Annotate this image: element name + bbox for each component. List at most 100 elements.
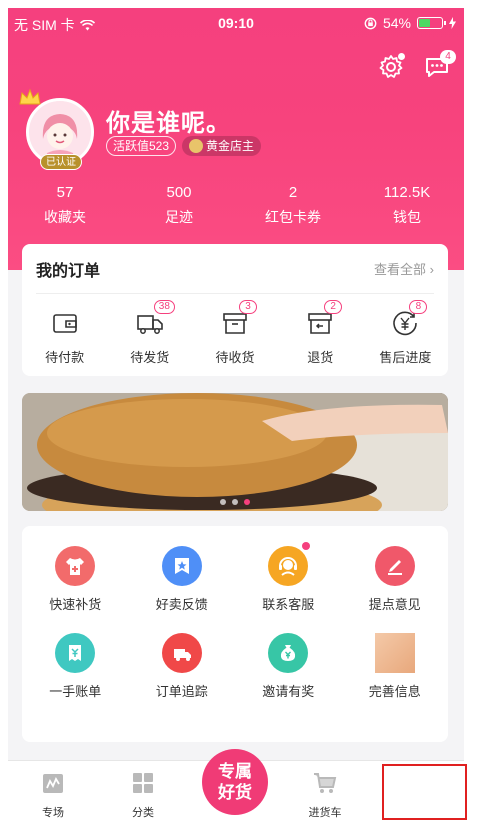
- order-label: 退货: [307, 350, 334, 365]
- profile-photo-thumbnail: [374, 633, 415, 673]
- promo-banner[interactable]: [22, 393, 448, 511]
- banner-pagination: [22, 499, 448, 505]
- service-quick-restock[interactable]: 快速补货: [22, 546, 129, 613]
- banner-dot[interactable]: [220, 499, 226, 505]
- stat-value: 500: [166, 184, 192, 201]
- edit-icon: [374, 546, 415, 586]
- tab-categories[interactable]: 分类: [108, 769, 178, 820]
- order-badge: 3: [239, 300, 257, 314]
- grid-icon: [133, 773, 153, 793]
- star-badge-icon: [161, 546, 202, 586]
- stat-favorites[interactable]: 57 收藏夹: [8, 184, 122, 227]
- service-label: 邀请有奖: [262, 684, 315, 699]
- service-label: 一手账单: [49, 684, 102, 699]
- user-name: 你是谁呢。: [106, 110, 231, 137]
- order-after-sales[interactable]: 8 售后进度: [363, 300, 448, 366]
- profile-header: 无 SIM 卡 09:10 54% 4 已认证 你是谁呢。 活跃值523 黄金店…: [8, 8, 464, 270]
- orders-header: 我的订单 查看全部 ›: [36, 244, 434, 294]
- view-all-label: 查看全部: [374, 262, 427, 277]
- headset-icon: [268, 546, 309, 586]
- service-bills[interactable]: 一手账单: [22, 633, 129, 700]
- user-chips: 活跃值523 黄金店主: [106, 136, 262, 156]
- center-tab-line2: 好货: [218, 783, 252, 802]
- level-label: 黄金店主: [206, 139, 255, 153]
- wallet-icon: [52, 314, 77, 333]
- service-suggestions[interactable]: 提点意见: [342, 546, 449, 613]
- stat-value: 2: [288, 184, 298, 201]
- order-label: 待收货: [215, 350, 255, 365]
- coin-icon: [189, 139, 204, 153]
- stat-label: 足迹: [165, 209, 193, 225]
- avatar-container[interactable]: 已认证: [19, 88, 94, 170]
- tab-special[interactable]: 专场: [18, 769, 88, 820]
- service-order-tracking[interactable]: 订单追踪: [129, 633, 236, 700]
- service-label: 完善信息: [368, 684, 421, 699]
- order-status-row: 待付款 38 待发货 3 待收货 2 退货 8 售后进度: [22, 294, 448, 366]
- banner-dot-active[interactable]: [244, 499, 250, 505]
- stat-label: 钱包: [393, 209, 421, 225]
- activity-chip[interactable]: 活跃值523: [106, 136, 177, 156]
- tab-label: 专场: [42, 807, 64, 819]
- order-pending-receipt[interactable]: 3 待收货: [192, 300, 277, 366]
- rotation-lock-icon: [364, 17, 377, 29]
- notification-dot: [302, 542, 311, 550]
- shirt-plus-icon: [55, 546, 96, 586]
- service-invite-reward[interactable]: 邀请有奖: [235, 633, 342, 700]
- banner-dot[interactable]: [232, 499, 238, 505]
- orders-card: 我的订单 查看全部 › 待付款 38 待发货 3 待收货 2 退货 8 售后进度: [22, 244, 448, 376]
- stats-row: 57 收藏夹 500 足迹 2 红包卡券 112.5K 钱包: [8, 184, 464, 227]
- battery-fill: [419, 19, 430, 27]
- service-label: 快速补货: [49, 597, 102, 612]
- services-grid: 快速补货 好卖反馈 联系客服 提点意见 一手账单 订单追踪 邀请有奖 完善信息: [22, 526, 448, 700]
- bill-icon: [55, 633, 96, 673]
- message-count-badge: 4: [440, 50, 456, 64]
- tab-cart[interactable]: 进货车: [290, 769, 360, 820]
- order-label: 待发货: [130, 350, 170, 365]
- stat-label: 红包卡券: [265, 209, 321, 225]
- battery-icon: [417, 17, 446, 29]
- stat-value: 57: [56, 184, 74, 201]
- service-feedback[interactable]: 好卖反馈: [129, 546, 236, 613]
- header-actions: 4: [378, 50, 456, 80]
- services-card: 快速补货 好卖反馈 联系客服 提点意见 一手账单 订单追踪 邀请有奖 完善信息: [22, 526, 448, 742]
- order-pending-payment[interactable]: 待付款: [22, 308, 107, 366]
- settings-button[interactable]: [378, 53, 405, 80]
- tab-exclusive-goods[interactable]: 专属 好货: [202, 749, 268, 815]
- order-badge: 38: [153, 300, 175, 314]
- status-right: 54%: [364, 15, 456, 31]
- level-chip[interactable]: 黄金店主: [182, 136, 262, 156]
- messages-button[interactable]: 4: [424, 50, 456, 80]
- status-bar: 无 SIM 卡 09:10 54%: [8, 8, 464, 38]
- battery-percent: 54%: [382, 15, 411, 31]
- stat-wallet[interactable]: 112.5K 钱包: [350, 184, 464, 227]
- service-label: 订单追踪: [155, 684, 208, 699]
- stat-footprints[interactable]: 500 足迹: [122, 184, 236, 227]
- tab-label: 分类: [132, 807, 154, 819]
- order-badge: 2: [324, 300, 343, 314]
- highlight-box: [382, 764, 467, 820]
- service-complete-profile[interactable]: 完善信息: [342, 633, 449, 700]
- cart-icon: [314, 773, 337, 793]
- service-customer-support[interactable]: 联系客服: [235, 542, 342, 613]
- service-label: 好卖反馈: [155, 597, 208, 612]
- order-badge: 8: [409, 300, 428, 314]
- service-label: 提点意见: [368, 597, 421, 612]
- center-tab-line1: 专属: [218, 762, 252, 781]
- view-all-orders-link[interactable]: 查看全部 ›: [374, 259, 434, 278]
- order-pending-shipment[interactable]: 38 待发货: [107, 300, 192, 366]
- order-label: 售后进度: [379, 350, 432, 365]
- stat-label: 收藏夹: [44, 209, 86, 225]
- chevron-right-icon: ›: [429, 262, 434, 277]
- orders-title: 我的订单: [36, 262, 101, 280]
- money-bag-icon: [268, 633, 309, 673]
- stat-coupons[interactable]: 2 红包卡券: [236, 184, 350, 227]
- burger-image: [22, 393, 448, 511]
- service-label: 联系客服: [262, 597, 315, 612]
- crown-icon: [19, 88, 41, 105]
- order-returns[interactable]: 2 退货: [278, 300, 363, 366]
- charging-icon: [449, 17, 456, 29]
- tab-label: 进货车: [308, 807, 342, 819]
- delivery-icon: [161, 633, 202, 673]
- verified-badge: 已认证: [40, 154, 82, 170]
- activity-value: 活跃值523: [113, 139, 170, 153]
